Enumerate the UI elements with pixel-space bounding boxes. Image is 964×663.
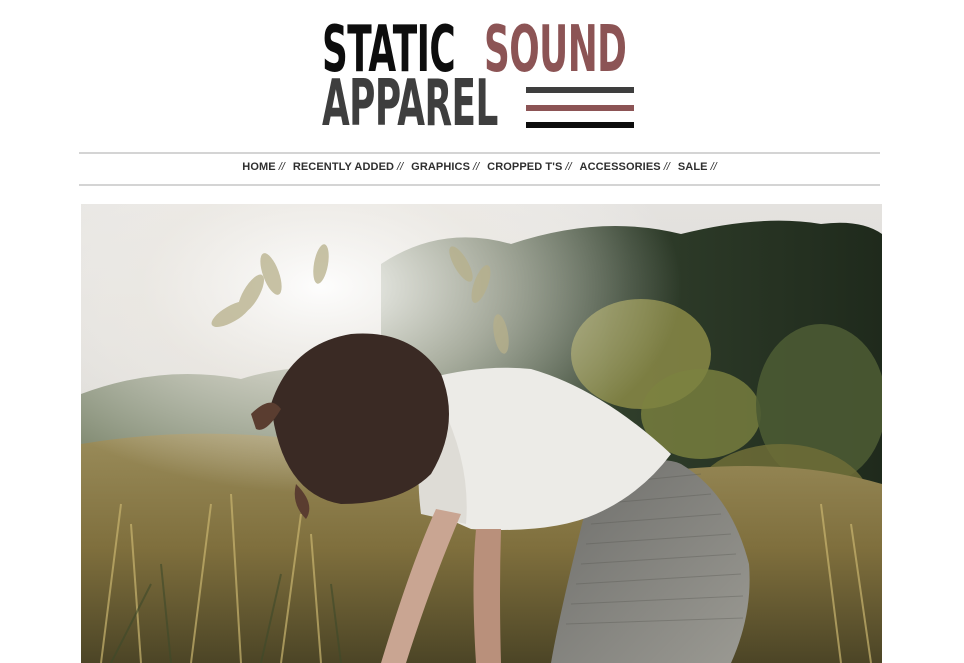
nav-item-recently-added[interactable]: RECENTLY ADDED // (293, 161, 403, 173)
nav-item-cropped-ts[interactable]: CROPPED T'S // (487, 161, 571, 173)
nav-divider-top (79, 152, 880, 154)
nav-separator: // (278, 161, 285, 173)
nav-item-graphics[interactable]: GRAPHICS // (411, 161, 479, 173)
nav-item-home[interactable]: HOME // (242, 161, 285, 173)
hero-photo-illustration (81, 204, 882, 663)
hero-image[interactable] (81, 204, 882, 663)
nav-item-label: ACCESSORIES (579, 161, 661, 173)
nav-divider-bottom (79, 184, 880, 186)
logo-stripe-dark (526, 122, 634, 128)
logo-stripe-accent (526, 105, 634, 111)
nav-item-label: SALE (677, 161, 708, 173)
page: STATIC SOUND APPAREL HOME // RECENTLY AD… (0, 0, 964, 663)
nav-separator: // (473, 161, 480, 173)
nav-item-label: GRAPHICS (411, 161, 471, 173)
main-nav: HOME // RECENTLY ADDED // GRAPHICS // CR… (79, 158, 880, 176)
site-logo[interactable]: STATIC SOUND APPAREL (322, 18, 636, 136)
logo-sound-text: SOUND (484, 13, 627, 87)
nav-item-accessories[interactable]: ACCESSORIES // (580, 161, 670, 173)
nav-separator: // (663, 161, 670, 173)
nav-separator: // (397, 161, 404, 173)
nav-item-label: HOME (242, 161, 276, 173)
nav-separator: // (710, 161, 717, 173)
nav-item-sale[interactable]: SALE // (678, 161, 717, 173)
logo-apparel-text: APPAREL (322, 67, 498, 141)
logo-stripe-gray (526, 87, 634, 93)
nav-separator: // (565, 161, 572, 173)
nav-item-label: CROPPED T'S (487, 161, 563, 173)
nav-item-label: RECENTLY ADDED (292, 161, 395, 173)
